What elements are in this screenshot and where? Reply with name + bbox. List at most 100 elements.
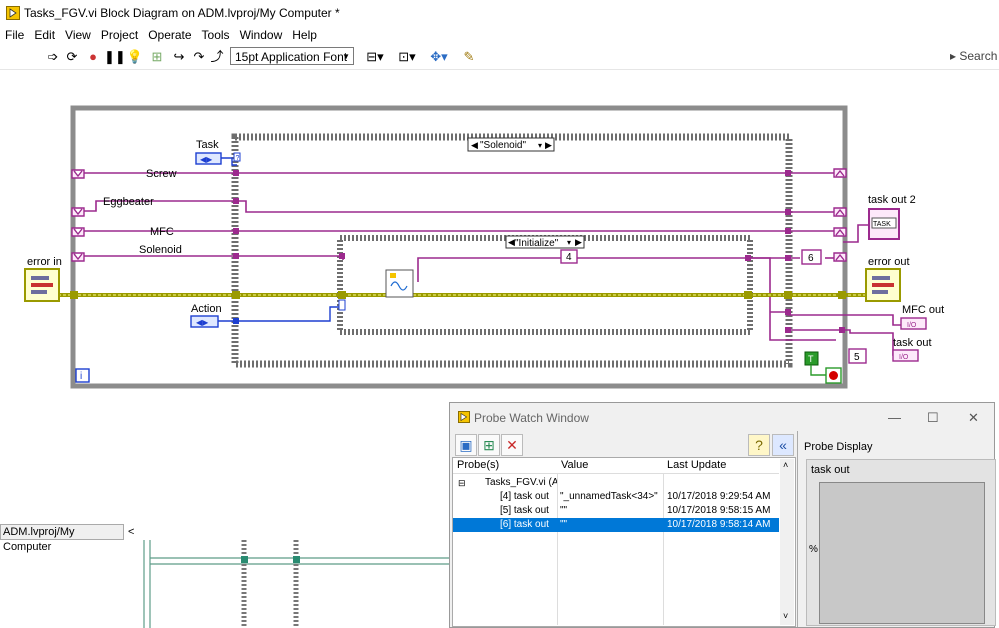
probe-display-canvas — [819, 482, 985, 624]
error-out-cluster[interactable] — [865, 268, 901, 302]
label-task-out-2: task out 2 — [868, 194, 916, 206]
probe-name: [4] task out — [500, 491, 549, 502]
iteration-terminal[interactable] — [75, 368, 90, 383]
scroll-down-icon[interactable]: ˅ — [783, 611, 788, 621]
scroll-up-icon[interactable]: ˄ — [783, 460, 788, 470]
label-task-out: task out — [893, 337, 932, 349]
probe-window-icon — [458, 411, 470, 423]
distribute-objects-icon[interactable]: ⊡▾ — [396, 48, 418, 66]
step-out-icon[interactable]: ⤴ — [208, 48, 226, 66]
probe-row[interactable]: [4] task out "_unnamedTask<34>" 10/17/20… — [453, 490, 779, 504]
probe-display-label: task out — [811, 464, 850, 476]
abort-icon[interactable]: ● — [84, 48, 102, 66]
probe-last-update: 10/17/2018 9:58:14 AM — [667, 519, 771, 530]
probe-value: "" — [560, 519, 568, 530]
block-diagram: ◀ ▶ ▾ "Solenoid" ? ◀ ▶ ▾ "Initialize" ◀▶… — [0, 70, 999, 400]
col-value[interactable]: Value — [561, 459, 588, 471]
task-enum-control[interactable]: ◀▶ — [195, 152, 222, 165]
case-inner-label: "Initialize" — [515, 238, 559, 249]
label-mfc-out: MFC out — [902, 304, 944, 316]
label-error-in: error in — [27, 256, 62, 268]
label-solenoid: Solenoid — [139, 244, 182, 256]
labview-vi-icon — [6, 6, 20, 20]
run-arrow-icon[interactable]: ➩ — [44, 48, 62, 66]
col-probes[interactable]: Probe(s) — [457, 459, 499, 471]
action-enum-control[interactable]: ◀▶ — [190, 315, 219, 328]
step-over-icon[interactable]: ↷ — [190, 48, 208, 66]
probe-display-panel: Probe Display task out % — [800, 431, 996, 626]
true-constant-label: T — [808, 354, 814, 364]
svg-text:◀: ◀ — [508, 237, 515, 247]
create-task-node[interactable] — [385, 269, 414, 298]
search-placeholder: Search — [959, 49, 998, 63]
reorder-icon[interactable]: ✥▾ — [428, 48, 450, 66]
enum-tunnel[interactable] — [233, 318, 239, 324]
probe-value: "_unnamedTask<34>" — [560, 491, 658, 502]
collapse-icon[interactable]: ⊟ — [458, 476, 466, 490]
svg-text:▾: ▾ — [567, 238, 571, 247]
chevron-left-icon[interactable]: < — [128, 526, 134, 538]
retain-wire-values-icon[interactable]: ⊞ — [148, 48, 166, 66]
highlight-execution-icon[interactable]: 💡 — [126, 48, 144, 66]
step-into-icon[interactable]: ↪ — [170, 48, 188, 66]
svg-text:◀▶: ◀▶ — [196, 318, 209, 327]
probe-value: "" — [560, 505, 568, 516]
title-bar: Tasks_FGV.vi Block Diagram on ADM.lvproj… — [0, 0, 999, 26]
probe-display-unit: % — [809, 544, 818, 555]
case-outer-label: "Solenoid" — [480, 140, 526, 151]
probe-last-update: 10/17/2018 9:58:15 AM — [667, 505, 771, 516]
menu-window[interactable]: Window — [235, 26, 288, 42]
window-title: Tasks_FGV.vi Block Diagram on ADM.lvproj… — [24, 6, 340, 20]
menu-view[interactable]: View — [60, 26, 96, 42]
delete-probe-icon[interactable]: ✕ — [501, 434, 523, 456]
probe-name: [5] task out — [500, 505, 549, 516]
diagram-canvas: ◀ ▶ ▾ "Solenoid" ? ◀ ▶ ▾ "Initialize" ◀▶… — [24, 105, 944, 389]
minimize-icon[interactable]: — — [888, 410, 901, 425]
project-tab[interactable]: ADM.lvproj/My Computer — [0, 524, 124, 553]
const-6-value: 6 — [808, 253, 814, 264]
menu-help[interactable]: Help — [287, 26, 322, 42]
new-probe-window-icon[interactable]: ▣ — [455, 434, 477, 456]
maximize-icon[interactable]: ☐ — [927, 410, 939, 426]
probe-display-title: Probe Display — [804, 441, 873, 453]
menu-project[interactable]: Project — [96, 26, 143, 42]
probe-group-row[interactable]: ⊟ Tasks_FGV.vi (A — [453, 476, 779, 490]
svg-text:?: ? — [236, 155, 240, 162]
run-continuously-icon[interactable]: ⟳ — [63, 48, 81, 66]
task-out-2-label-inner: TASK — [873, 221, 891, 228]
probe-last-update: 10/17/2018 9:29:54 AM — [667, 491, 771, 502]
svg-text:◀: ◀ — [471, 140, 478, 150]
const-4-value: 4 — [566, 252, 572, 263]
font-select-value: 15pt Application Font — [235, 50, 348, 64]
search-icon: ▸ — [950, 49, 960, 63]
pause-icon[interactable]: ❚❚ — [104, 48, 126, 66]
error-in-cluster[interactable] — [24, 268, 60, 302]
font-select[interactable]: 15pt Application Font ▼ — [230, 47, 354, 65]
probe-watch-window: Probe Watch Window — ☐ ✕ ▣ ⊞ ✕ ? « Probe… — [449, 402, 996, 628]
probe-table-scrollbar[interactable]: ˄ ˅ — [780, 459, 794, 625]
clean-up-diagram-icon[interactable]: ✎ — [458, 48, 480, 66]
stop-terminal[interactable] — [825, 367, 842, 384]
col-last-update[interactable]: Last Update — [667, 459, 726, 471]
svg-text:◀▶: ◀▶ — [200, 155, 213, 164]
case-selector-terminal-inner[interactable] — [338, 299, 346, 311]
svg-text:▾: ▾ — [538, 141, 542, 150]
const-5-value: 5 — [854, 352, 860, 363]
help-icon[interactable]: ? — [748, 434, 770, 456]
label-action: Action — [191, 303, 222, 315]
probe-row-selected[interactable]: [6] task out "" 10/17/2018 9:58:14 AM — [453, 518, 779, 532]
menu-tools[interactable]: Tools — [197, 26, 235, 42]
label-task: Task — [196, 139, 219, 151]
probe-row[interactable]: [5] task out "" 10/17/2018 9:58:15 AM — [453, 504, 779, 518]
close-icon[interactable]: ✕ — [968, 410, 979, 426]
expand-probes-icon[interactable]: ⊞ — [478, 434, 500, 456]
menu-edit[interactable]: Edit — [29, 26, 60, 42]
align-objects-icon[interactable]: ⊟▾ — [364, 48, 386, 66]
menu-file[interactable]: File — [0, 26, 29, 42]
menu-operate[interactable]: Operate — [143, 26, 196, 42]
search-box[interactable]: ▸ Search — [950, 49, 997, 63]
toolbar: ➩ ⟳ ● ❚❚ 💡 ⊞ ↪ ↷ ⤴ 15pt Application Font… — [0, 45, 999, 70]
collapse-panel-icon[interactable]: « — [772, 434, 794, 456]
label-mfc: MFC — [150, 226, 174, 238]
task-out-io: I/O — [899, 354, 909, 361]
